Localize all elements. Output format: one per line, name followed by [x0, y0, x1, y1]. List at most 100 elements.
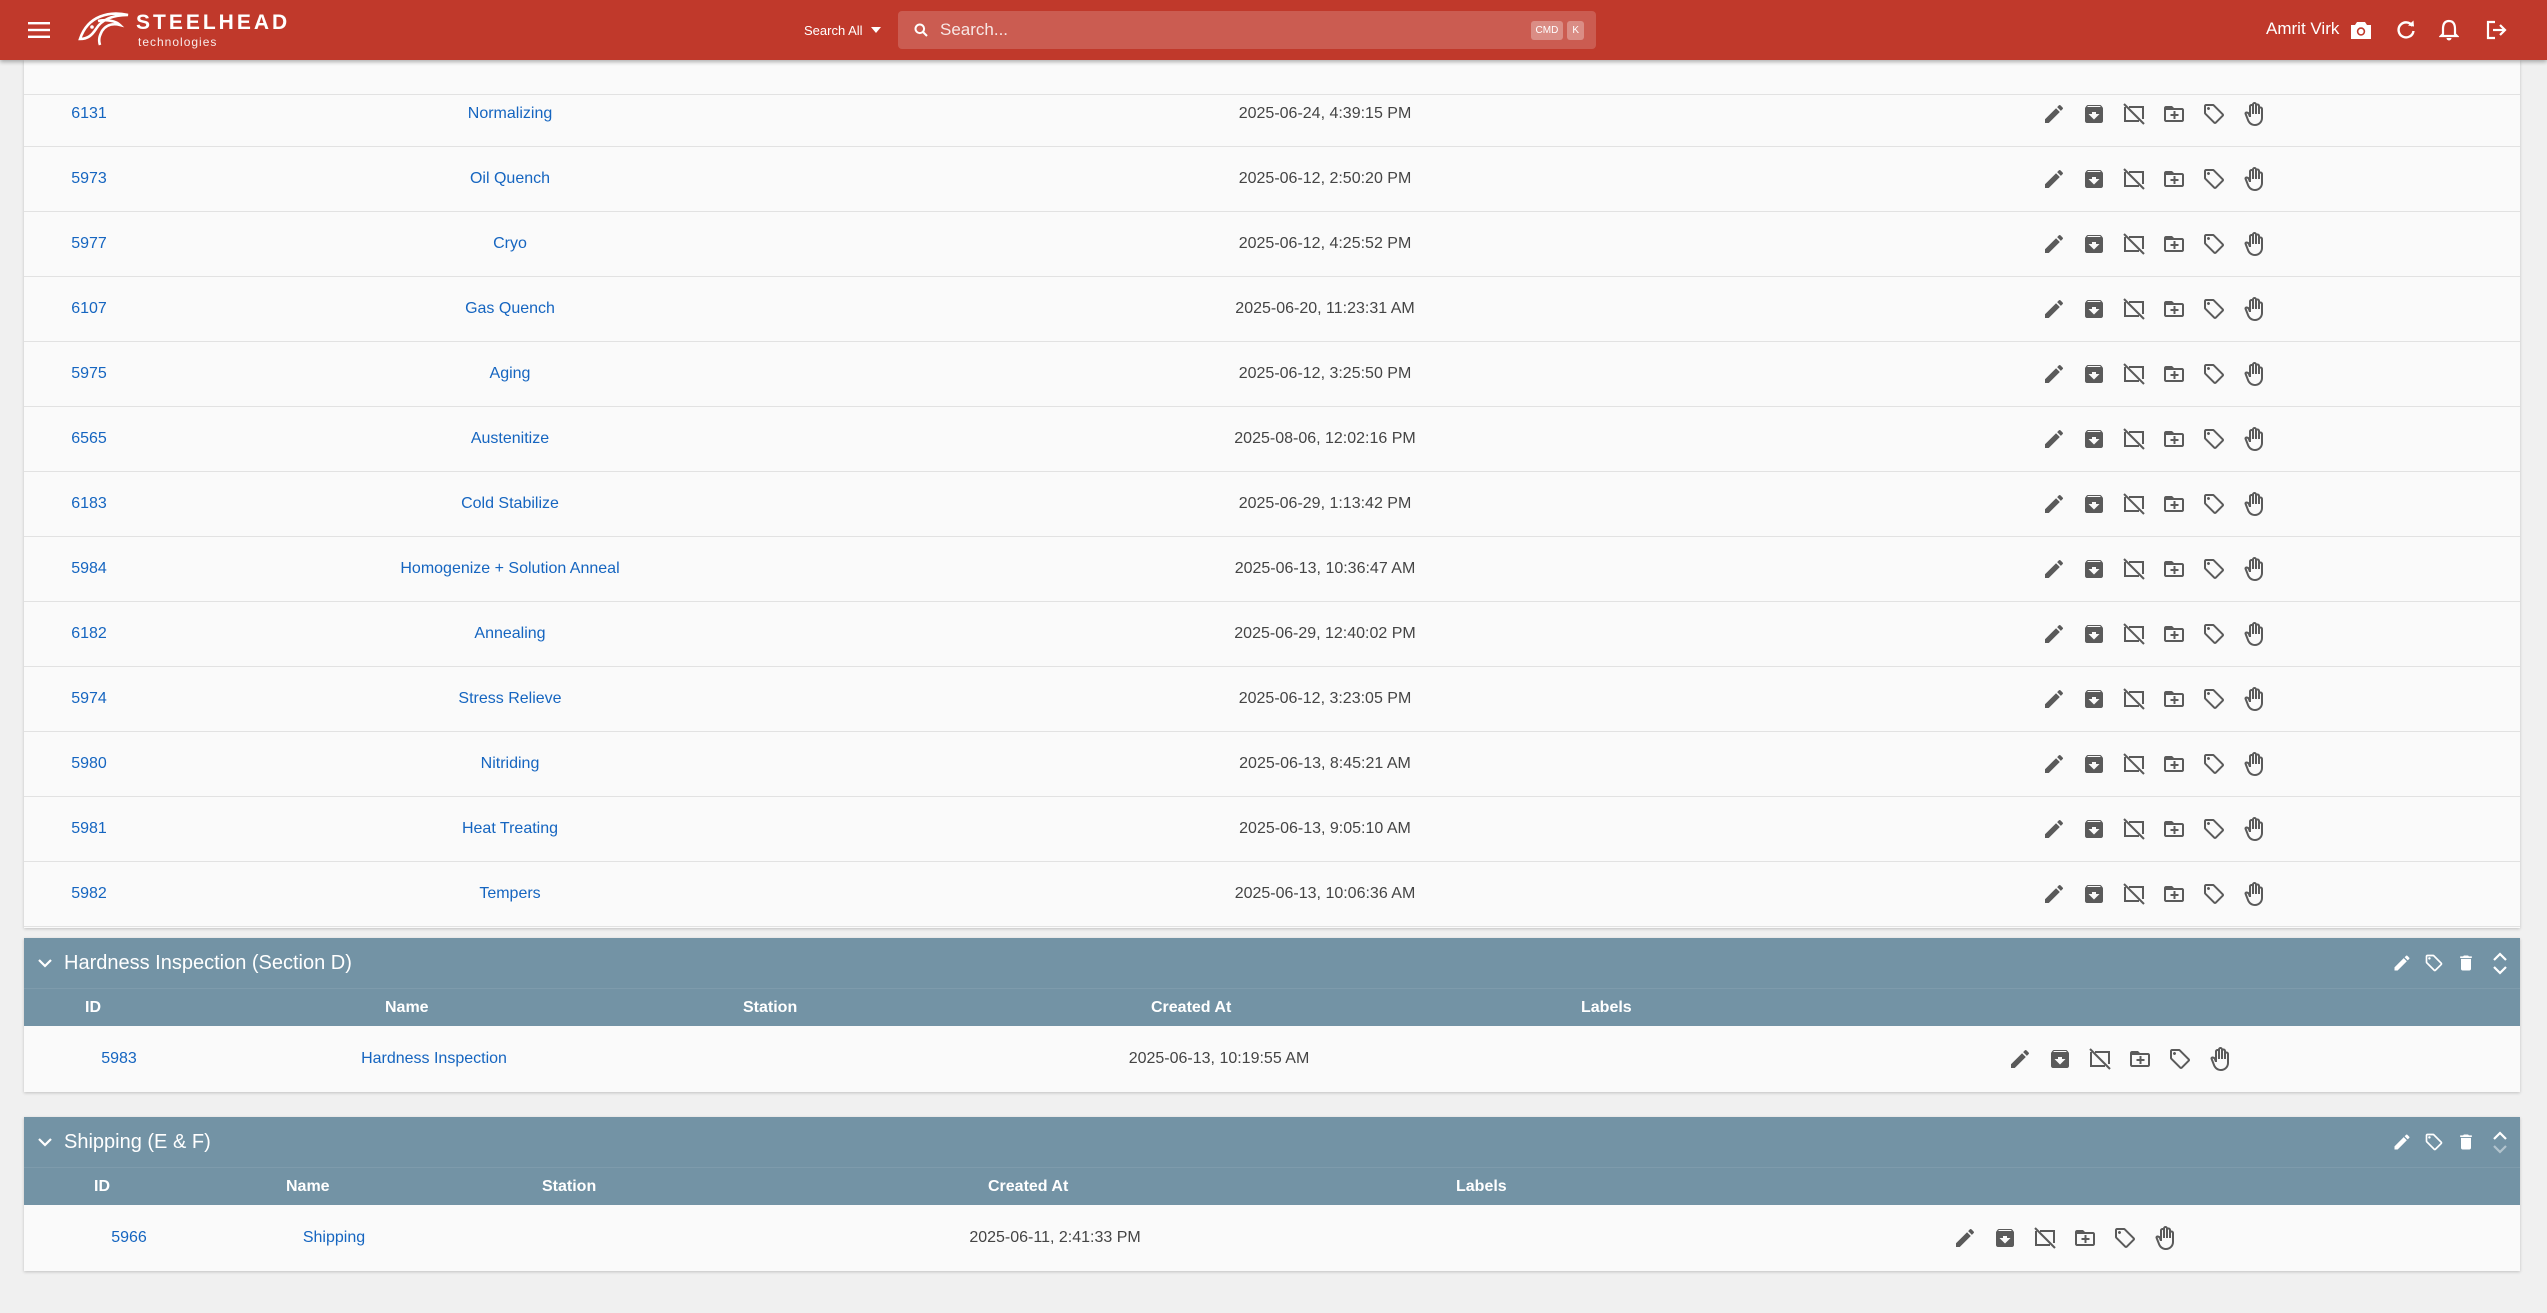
- hide-icon[interactable]: [2120, 491, 2147, 518]
- row-name-link[interactable]: Cold Stabilize: [310, 472, 710, 536]
- row-id-link[interactable]: 5975: [44, 342, 134, 406]
- archive-icon[interactable]: [2080, 166, 2107, 193]
- search-input[interactable]: [940, 20, 1531, 40]
- row-id-link[interactable]: 5974: [44, 667, 134, 731]
- pencil-icon[interactable]: [2040, 491, 2067, 518]
- delete-group-icon[interactable]: [2454, 951, 2478, 975]
- tag-group-icon[interactable]: [2422, 951, 2446, 975]
- edit-group-icon[interactable]: [2390, 951, 2414, 975]
- row-name-link[interactable]: Nitriding: [310, 732, 710, 796]
- row-name-link[interactable]: Shipping: [224, 1205, 444, 1271]
- collapse-chevron-icon[interactable]: [34, 952, 56, 974]
- tag-icon[interactable]: [2111, 1225, 2138, 1252]
- table-row[interactable]: 5975 Aging 2025-06-12, 3:25:50 PM: [24, 342, 2520, 407]
- hide-icon[interactable]: [2120, 816, 2147, 843]
- table-row[interactable]: 5966 Shipping 2025-06-11, 2:41:33 PM: [24, 1205, 2520, 1271]
- table-row[interactable]: 5974 Stress Relieve 2025-06-12, 3:23:05 PM: [24, 667, 2520, 732]
- move-to-folder-icon[interactable]: [2160, 166, 2187, 193]
- hide-icon[interactable]: [2031, 1225, 2058, 1252]
- hide-icon[interactable]: [2120, 231, 2147, 258]
- refresh-icon[interactable]: [2391, 15, 2421, 45]
- pencil-icon[interactable]: [2040, 751, 2067, 778]
- row-name-link[interactable]: Aging: [310, 342, 710, 406]
- archive-icon[interactable]: [2080, 556, 2107, 583]
- table-row[interactable]: 5977 Cryo 2025-06-12, 4:25:52 PM: [24, 212, 2520, 277]
- hamburger-menu-icon[interactable]: [22, 13, 56, 47]
- archive-icon[interactable]: [2080, 686, 2107, 713]
- hand-icon[interactable]: [2240, 556, 2267, 583]
- pencil-icon[interactable]: [2040, 556, 2067, 583]
- row-id-link[interactable]: 5983: [64, 1026, 174, 1092]
- move-to-folder-icon[interactable]: [2160, 881, 2187, 908]
- row-id-link[interactable]: 5977: [44, 212, 134, 276]
- tag-icon[interactable]: [2200, 816, 2227, 843]
- move-to-folder-icon[interactable]: [2160, 296, 2187, 323]
- hand-icon[interactable]: [2240, 881, 2267, 908]
- search-bar[interactable]: CMD K: [898, 11, 1596, 49]
- delete-group-icon[interactable]: [2454, 1130, 2478, 1154]
- hand-icon[interactable]: [2151, 1225, 2178, 1252]
- tag-icon[interactable]: [2200, 881, 2227, 908]
- tag-icon[interactable]: [2200, 361, 2227, 388]
- hide-icon[interactable]: [2120, 296, 2147, 323]
- user-name[interactable]: Amrit Virk: [2266, 19, 2339, 39]
- column-header-created-at[interactable]: Created At: [988, 1168, 1068, 1206]
- tag-icon[interactable]: [2200, 296, 2227, 323]
- row-name-link[interactable]: Homogenize + Solution Anneal: [310, 537, 710, 601]
- row-name-link[interactable]: Heat Treating: [310, 797, 710, 861]
- archive-icon[interactable]: [2046, 1046, 2073, 1073]
- move-to-folder-icon[interactable]: [2071, 1225, 2098, 1252]
- archive-icon[interactable]: [2080, 296, 2107, 323]
- move-to-folder-icon[interactable]: [2160, 686, 2187, 713]
- pencil-icon[interactable]: [2040, 296, 2067, 323]
- move-to-folder-icon[interactable]: [2160, 556, 2187, 583]
- hide-icon[interactable]: [2120, 361, 2147, 388]
- edit-group-icon[interactable]: [2390, 1130, 2414, 1154]
- archive-icon[interactable]: [2080, 491, 2107, 518]
- column-header-station[interactable]: Station: [743, 989, 797, 1027]
- hand-icon[interactable]: [2240, 426, 2267, 453]
- move-down-icon[interactable]: [2493, 965, 2507, 975]
- tag-icon[interactable]: [2200, 556, 2227, 583]
- move-to-folder-icon[interactable]: [2160, 101, 2187, 128]
- bell-icon[interactable]: [2434, 15, 2464, 45]
- row-id-link[interactable]: 6107: [44, 277, 134, 341]
- pencil-icon[interactable]: [2040, 621, 2067, 648]
- column-header-labels[interactable]: Labels: [1581, 989, 1632, 1027]
- row-id-link[interactable]: 6183: [44, 472, 134, 536]
- column-header-created-at[interactable]: Created At: [1151, 989, 1231, 1027]
- archive-icon[interactable]: [2080, 751, 2107, 778]
- hide-icon[interactable]: [2120, 751, 2147, 778]
- hide-icon[interactable]: [2120, 686, 2147, 713]
- row-id-link[interactable]: 5966: [74, 1205, 184, 1271]
- hand-icon[interactable]: [2240, 166, 2267, 193]
- row-name-link[interactable]: Normalizing: [310, 82, 710, 146]
- row-name-link[interactable]: Tempers: [310, 862, 710, 926]
- pencil-icon[interactable]: [2040, 101, 2067, 128]
- column-header-id[interactable]: ID: [94, 1168, 110, 1206]
- row-name-link[interactable]: Annealing: [310, 602, 710, 666]
- table-row[interactable]: 5981 Heat Treating 2025-06-13, 9:05:10 AM: [24, 797, 2520, 862]
- move-to-folder-icon[interactable]: [2160, 751, 2187, 778]
- archive-icon[interactable]: [2080, 816, 2107, 843]
- table-row[interactable]: 6131 Normalizing 2025-06-24, 4:39:15 PM: [24, 82, 2520, 147]
- hide-icon[interactable]: [2120, 101, 2147, 128]
- tag-icon[interactable]: [2200, 491, 2227, 518]
- table-row[interactable]: 5983 Hardness Inspection 2025-06-13, 10:…: [24, 1026, 2520, 1092]
- hide-icon[interactable]: [2120, 621, 2147, 648]
- hand-icon[interactable]: [2240, 751, 2267, 778]
- collapse-chevron-icon[interactable]: [34, 1131, 56, 1153]
- tag-group-icon[interactable]: [2422, 1130, 2446, 1154]
- pencil-icon[interactable]: [2040, 166, 2067, 193]
- row-id-link[interactable]: 6182: [44, 602, 134, 666]
- move-up-icon[interactable]: [2493, 1130, 2507, 1140]
- hand-icon[interactable]: [2240, 621, 2267, 648]
- table-row[interactable]: 6107 Gas Quench 2025-06-20, 11:23:31 AM: [24, 277, 2520, 342]
- pencil-icon[interactable]: [2040, 231, 2067, 258]
- table-row[interactable]: 6183 Cold Stabilize 2025-06-29, 1:13:42 PM: [24, 472, 2520, 537]
- tag-icon[interactable]: [2200, 231, 2227, 258]
- table-row[interactable]: 6182 Annealing 2025-06-29, 12:40:02 PM: [24, 602, 2520, 667]
- move-to-folder-icon[interactable]: [2160, 361, 2187, 388]
- table-row[interactable]: 5973 Oil Quench 2025-06-12, 2:50:20 PM: [24, 147, 2520, 212]
- archive-icon[interactable]: [2080, 621, 2107, 648]
